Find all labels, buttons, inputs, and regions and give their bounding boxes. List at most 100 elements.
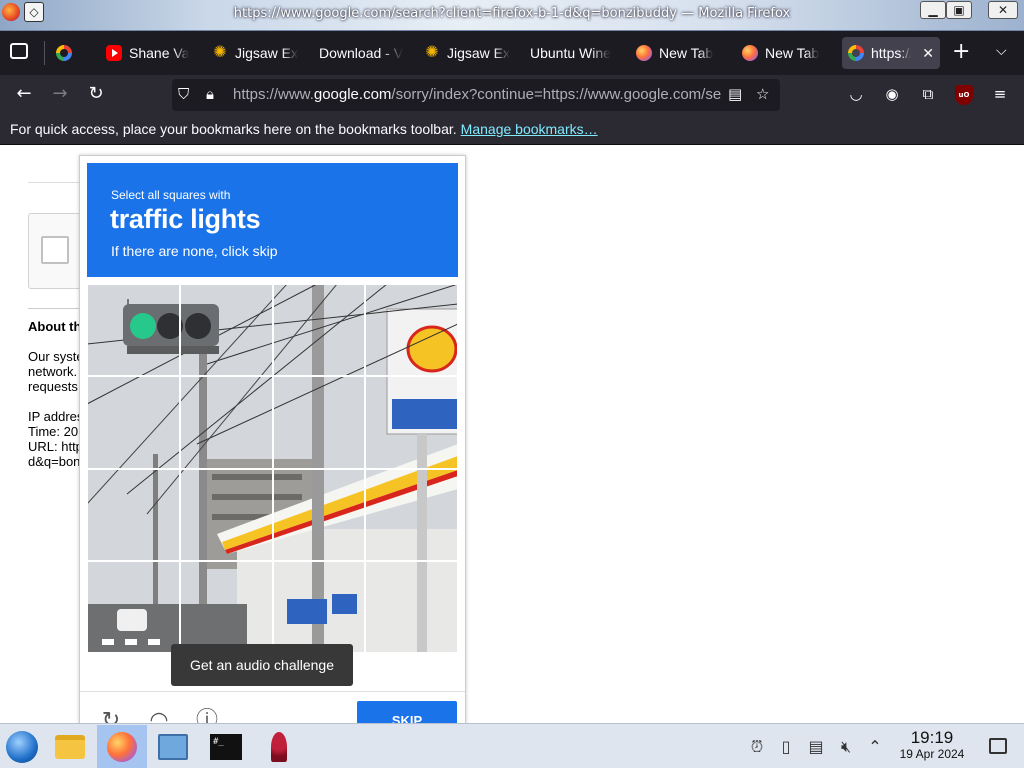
info-icon[interactable]: ⓘ — [194, 708, 220, 723]
wine-glass-icon — [271, 731, 287, 762]
recaptcha-checkbox[interactable] — [41, 236, 69, 264]
tab-label: New Tab — [659, 45, 714, 61]
lock-icon[interactable]: 🔒︎ — [206, 85, 214, 103]
extensions-icon[interactable]: ⧉ — [918, 85, 938, 103]
tab-5[interactable]: Ubuntu Wine — [530, 37, 616, 69]
new-tab-icon[interactable]: + — [952, 41, 970, 63]
captcha-tile[interactable] — [365, 284, 458, 377]
close-icon[interactable]: ✕ — [988, 1, 1018, 19]
tab-label: Shane Va — [129, 45, 190, 61]
text-line: d&q=bon — [28, 454, 80, 469]
jigsaw-icon: ✺ — [425, 44, 439, 61]
text-line: requests — [28, 379, 78, 394]
jigsaw-icon: ✺ — [213, 44, 227, 61]
chevron-up-icon[interactable]: ⌃ — [865, 737, 885, 756]
taskbar-network-app[interactable] — [151, 725, 195, 768]
tab-6[interactable]: New Tab — [636, 37, 722, 69]
minimize-icon[interactable]: ▁ — [920, 1, 946, 19]
forward-icon[interactable]: → — [48, 83, 72, 105]
divider — [44, 41, 45, 65]
ublock-origin-icon[interactable]: uO — [955, 85, 973, 105]
tab-close-icon[interactable]: ✕ — [922, 45, 934, 62]
clock-time: 19:19 — [910, 728, 954, 747]
volume-muted-icon[interactable]: 🔇︎ — [836, 737, 856, 757]
captcha-tile[interactable] — [365, 376, 458, 469]
taskbar-firefox[interactable] — [97, 725, 147, 768]
challenge-image — [87, 284, 458, 653]
captcha-tile[interactable] — [87, 376, 180, 469]
bookmark-star-icon[interactable]: ☆ — [756, 85, 769, 103]
reload-challenge-icon[interactable]: ↻ — [98, 708, 124, 723]
terminal-icon: #_ — [210, 733, 242, 760]
maximize-icon[interactable]: ▣ — [946, 1, 972, 19]
firefox-icon — [742, 45, 758, 61]
tab-7[interactable]: New Tab — [742, 37, 828, 69]
instruction-subtext: If there are none, click skip — [111, 243, 278, 259]
youtube-icon — [106, 45, 122, 61]
tab-label: https:// — [871, 45, 912, 61]
challenge-header: Select all squares with traffic lights I… — [87, 163, 458, 277]
manage-bookmarks-link[interactable]: Manage bookmarks… — [461, 121, 598, 137]
captcha-tile[interactable] — [272, 376, 366, 469]
tab-pinned-google[interactable] — [56, 37, 76, 69]
tab-label: Jigsaw Ex — [447, 45, 510, 61]
captcha-tile[interactable] — [365, 560, 458, 653]
system-clock[interactable]: 19:19 19 Apr 2024 — [892, 728, 972, 762]
back-icon[interactable]: ← — [12, 83, 36, 105]
clipboard-icon[interactable]: ▯ — [776, 737, 796, 756]
shield-icon[interactable]: ⛉ — [178, 85, 189, 103]
url-bar[interactable]: ⛉ 🔒︎ https://www.google.com/sorry/index?… — [172, 79, 780, 111]
text-line: URL: http — [28, 439, 80, 454]
about-heading: About thi — [28, 319, 86, 334]
captcha-tile[interactable] — [87, 284, 180, 377]
tab-2[interactable]: ✺ Jigsaw Ex — [212, 37, 298, 69]
tab-label: New Tab — [765, 45, 820, 61]
hamburger-menu-icon[interactable]: ≡ — [990, 85, 1010, 103]
notification-bell-icon[interactable]: ⏰︎ — [747, 737, 767, 757]
bookmarks-toolbar: For quick access, place your bookmarks h… — [0, 115, 1024, 145]
captcha-tile[interactable] — [87, 560, 180, 653]
taskbar: #_ ⏰︎ ▯ ▤ 🔇︎ ⌃ 19:19 19 Apr 2024 — [0, 723, 1024, 768]
url-text[interactable]: https://www.google.com/sorry/index?conti… — [233, 86, 721, 103]
captcha-tile[interactable] — [179, 376, 273, 469]
tab-overview-icon[interactable] — [10, 43, 28, 59]
google-icon — [56, 45, 72, 61]
reader-view-icon[interactable]: ▤ — [728, 85, 742, 103]
headphones-icon[interactable]: ◠ — [146, 708, 172, 723]
captcha-tile[interactable] — [272, 560, 366, 653]
taskbar-terminal[interactable]: #_ — [204, 725, 248, 768]
start-button[interactable] — [0, 725, 44, 768]
instruction-text: Select all squares with — [111, 188, 231, 202]
audio-challenge-tooltip: Get an audio challenge — [171, 644, 353, 686]
tab-1[interactable]: Shane Va — [106, 37, 190, 69]
tab-3[interactable]: Download - V — [319, 37, 405, 69]
bookmarks-message-text: For quick access, place your bookmarks h… — [10, 121, 457, 137]
url-domain: google.com — [313, 86, 392, 103]
account-icon[interactable]: ◉ — [882, 85, 902, 103]
text-line: IP addres — [28, 409, 80, 424]
show-desktop-icon[interactable] — [989, 738, 1007, 754]
tab-4[interactable]: ✺ Jigsaw Ex — [424, 37, 510, 69]
divider — [80, 691, 465, 692]
challenge-target: traffic lights — [110, 204, 261, 234]
captcha-tile[interactable] — [365, 468, 458, 561]
captcha-tile[interactable] — [87, 468, 180, 561]
reload-icon[interactable]: ↻ — [84, 83, 108, 105]
captcha-tile[interactable] — [179, 468, 273, 561]
network-manager-icon — [158, 733, 188, 760]
captcha-tile[interactable] — [179, 284, 273, 377]
battery-icon[interactable]: ▤ — [806, 737, 826, 756]
captcha-tile[interactable] — [272, 468, 366, 561]
captcha-tile[interactable] — [272, 284, 366, 377]
url-path: /sorry/index?continue=https://www.google… — [391, 86, 721, 103]
pocket-icon[interactable]: ◡ — [846, 85, 866, 103]
navigation-toolbar: ← → ↻ ⛉ 🔒︎ https://www.google.com/sorry/… — [0, 75, 1024, 115]
about-text: Our syste network. requests IP addres Ti… — [28, 349, 80, 469]
taskbar-file-manager[interactable] — [48, 725, 92, 768]
taskbar-wine[interactable] — [257, 725, 301, 768]
captcha-tile[interactable] — [179, 560, 273, 653]
skip-button[interactable]: SKIP — [357, 701, 457, 723]
tab-active[interactable]: https:// ✕ — [842, 37, 940, 69]
list-all-tabs-icon[interactable]: ⌵ — [996, 43, 1007, 59]
